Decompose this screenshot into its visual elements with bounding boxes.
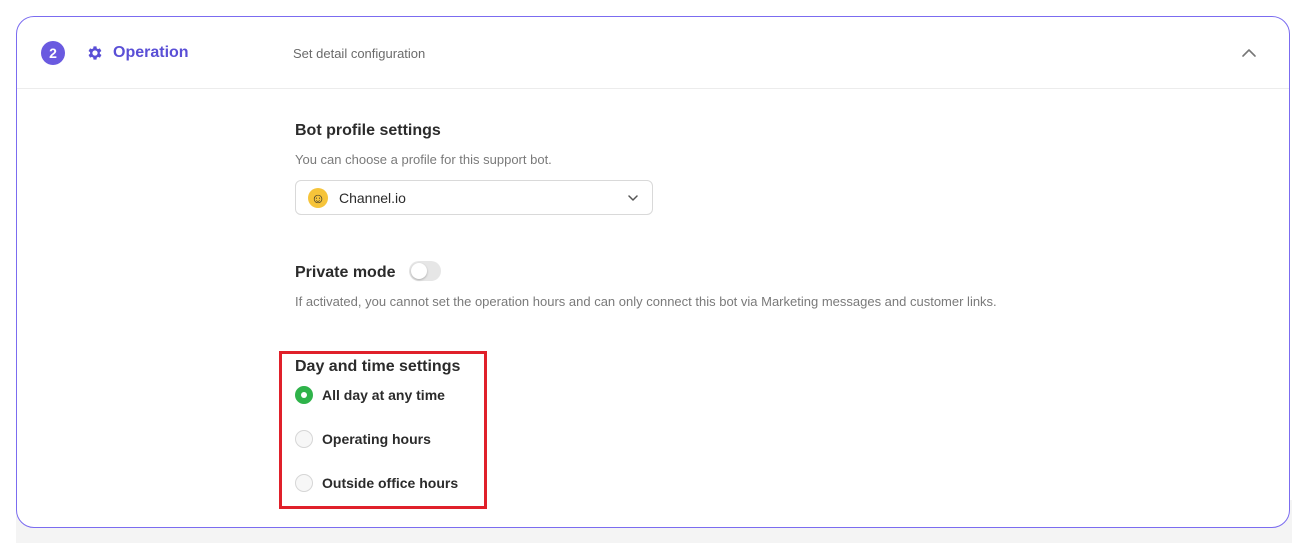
radio-option-outside-office-hours[interactable]: Outside office hours — [295, 472, 458, 494]
section-description: Set detail configuration — [293, 46, 426, 61]
radio-button-all-day[interactable] — [295, 386, 313, 404]
radio-label-outside-office-hours: Outside office hours — [322, 475, 459, 491]
bot-profile-select[interactable]: ☺ Channel.io — [295, 180, 653, 215]
radio-button-operating-hours[interactable] — [295, 430, 313, 448]
section-header[interactable]: 2 Operation Set detail configuration — [17, 17, 1289, 89]
bot-profile-helper: You can choose a profile for this suppor… — [295, 152, 552, 167]
radio-button-outside-office-hours[interactable] — [295, 474, 313, 492]
private-mode-toggle[interactable] — [409, 261, 441, 281]
radio-label-operating-hours: Operating hours — [322, 431, 431, 447]
bot-profile-selected-value: Channel.io — [339, 190, 406, 206]
step-badge: 2 — [41, 41, 65, 65]
chevron-down-icon — [628, 195, 638, 201]
section-title: Operation — [113, 44, 189, 61]
day-time-heading: Day and time settings — [295, 358, 461, 375]
gear-icon — [88, 46, 102, 60]
bot-profile-heading: Bot profile settings — [295, 122, 441, 139]
radio-option-operating-hours[interactable]: Operating hours — [295, 428, 431, 450]
chevron-up-icon[interactable] — [1239, 43, 1259, 63]
private-mode-heading: Private mode — [295, 264, 396, 281]
radio-option-all-day[interactable]: All day at any time — [295, 384, 445, 406]
private-mode-helper: If activated, you cannot set the operati… — [295, 294, 997, 309]
operation-section-card: 2 Operation Set detail configuration Bot… — [16, 16, 1290, 528]
smiling-face-icon: ☺ — [308, 188, 328, 208]
toggle-knob — [411, 263, 427, 279]
radio-label-all-day: All day at any time — [322, 387, 445, 403]
